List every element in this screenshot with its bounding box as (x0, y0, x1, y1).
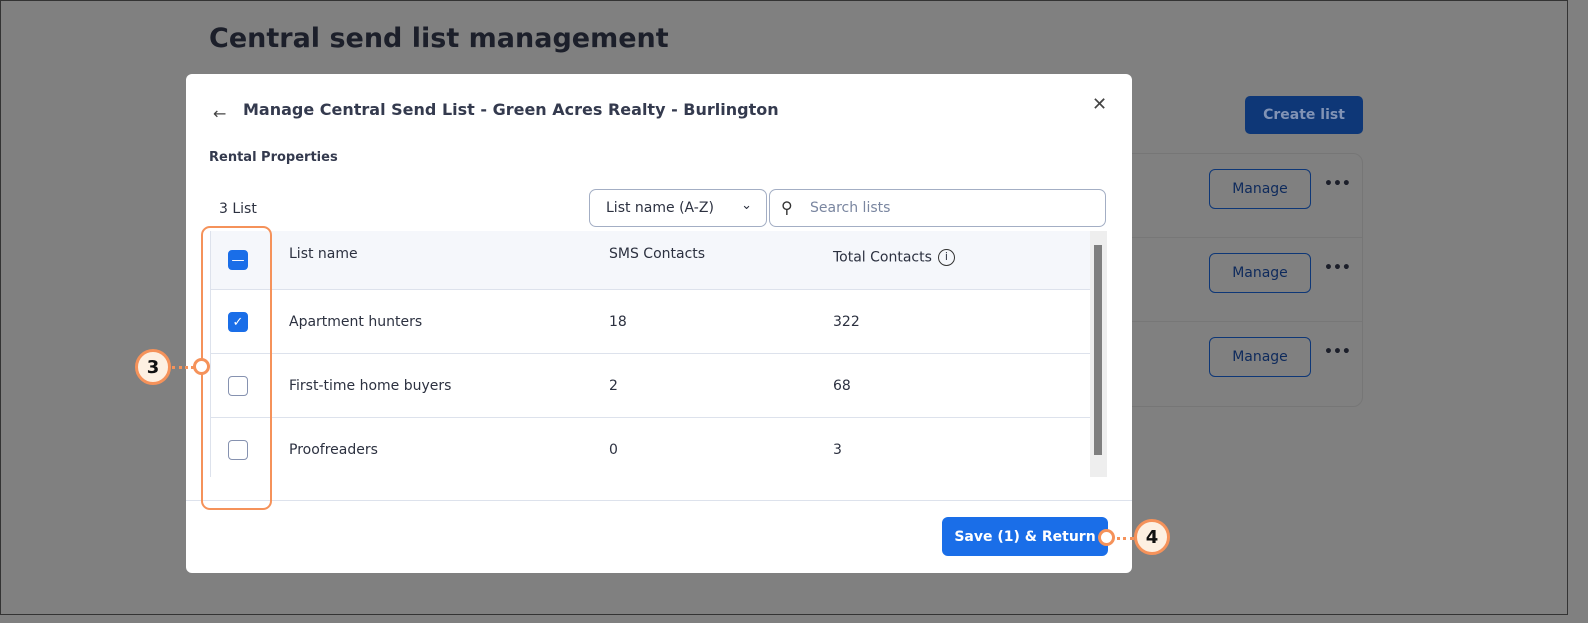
sort-dropdown[interactable]: List name (A-Z) ⌄ (589, 189, 767, 227)
modal-title: Manage Central Send List - Green Acres R… (243, 100, 779, 119)
total-contacts: 68 (833, 378, 851, 394)
manage-button[interactable]: Manage (1209, 253, 1311, 293)
list-name: Apartment hunters (289, 314, 423, 330)
table-row[interactable]: Proofreaders 0 3 (211, 418, 1090, 477)
annotation-connector (172, 366, 194, 369)
checkbox-highlight (201, 226, 272, 510)
more-icon[interactable]: ••• (1324, 176, 1351, 192)
table-row[interactable]: First-time home buyers 2 68 (211, 354, 1090, 418)
save-and-return-button[interactable]: Save (1) & Return (942, 517, 1108, 556)
column-header: Total Contacts i (833, 249, 955, 266)
total-contacts: 322 (833, 314, 860, 330)
back-arrow-icon[interactable]: ← (213, 104, 226, 123)
sms-contacts: 18 (609, 314, 627, 330)
close-icon[interactable]: ✕ (1092, 94, 1107, 115)
step-3-badge: 3 (135, 349, 171, 385)
background-row: Manage ••• (1102, 238, 1362, 322)
column-header-label: Total Contacts (833, 249, 932, 266)
scrollbar-thumb[interactable] (1094, 245, 1102, 455)
search-icon: ⚲ (781, 198, 793, 217)
list-name: Proofreaders (289, 442, 378, 458)
chevron-down-icon: ⌄ (741, 198, 752, 213)
page-title: Central send list management (209, 23, 669, 54)
sort-value: List name (A-Z) (606, 200, 714, 216)
step-4-badge: 4 (1134, 519, 1170, 555)
scrollbar[interactable] (1090, 231, 1107, 477)
background-row: Manage ••• (1102, 322, 1362, 406)
sms-contacts: 2 (609, 378, 618, 394)
manage-list-modal: ← Manage Central Send List - Green Acres… (186, 74, 1132, 573)
sms-contacts: 0 (609, 442, 618, 458)
manage-button[interactable]: Manage (1209, 337, 1311, 377)
create-list-button[interactable]: Create list (1245, 96, 1363, 134)
lists-table: — List name SMS Contacts Total Contacts i… (210, 231, 1090, 477)
column-header: SMS Contacts (609, 246, 706, 262)
list-count: 3 List (219, 201, 257, 217)
manage-button[interactable]: Manage (1209, 169, 1311, 209)
divider (186, 500, 1132, 501)
info-icon[interactable]: i (937, 249, 955, 266)
background-row: Manage ••• (1102, 154, 1362, 238)
table-row[interactable]: ✓ Apartment hunters 18 322 (211, 290, 1090, 354)
column-header: List name (289, 246, 358, 262)
annotation-dot (193, 358, 210, 375)
more-icon[interactable]: ••• (1324, 260, 1351, 276)
list-name: First-time home buyers (289, 378, 452, 394)
annotation-dot (1098, 529, 1115, 546)
search-input[interactable]: ⚲ Search lists (769, 189, 1106, 227)
more-icon[interactable]: ••• (1324, 344, 1351, 360)
modal-subtitle: Rental Properties (209, 150, 338, 165)
search-placeholder: Search lists (810, 200, 891, 216)
table-header: — List name SMS Contacts Total Contacts i (211, 231, 1090, 290)
total-contacts: 3 (833, 442, 842, 458)
background-list-card: Manage ••• Manage ••• Manage ••• (1101, 153, 1363, 407)
